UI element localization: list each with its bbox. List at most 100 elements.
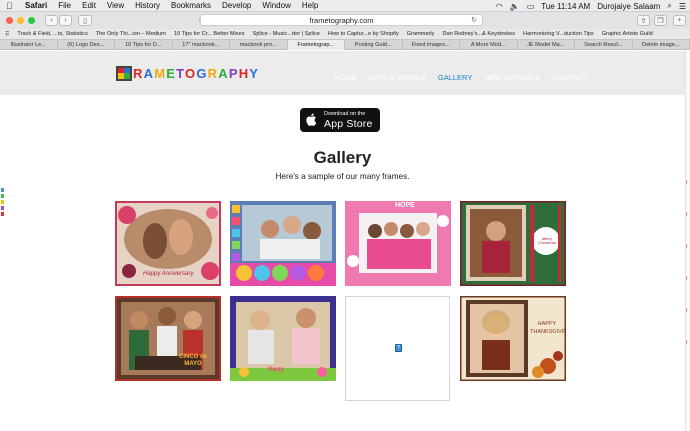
site-nav: HOME HOW IT WORKS GALLERY NEW ARRIVALS C… [334,73,600,82]
appstore-small-label: Download on the [324,111,366,117]
tab-bar: Illustrator Le... (6) Logo Des... 10 Tip… [0,39,690,50]
nav-how-it-works[interactable]: HOW IT WORKS [369,73,426,82]
gallery-frame-christmas[interactable]: Merry Christmas [460,201,566,286]
bookmark[interactable]: Harmonizing V...duction Tips [523,31,594,37]
reload-icon[interactable]: ↻ [471,16,477,24]
gallery-frame-party[interactable]: Party [230,296,336,381]
site-logo[interactable]: RAMETOGRAPHY [116,66,259,81]
app-store-badge[interactable]: Download on the App Store [300,108,380,132]
menu-view[interactable]: View [107,1,124,10]
bookmark[interactable]: Grammarly [407,31,435,37]
page-scrollbar[interactable] [685,51,690,431]
site-header: RAMETOGRAPHY HOME HOW IT WORKS GALLERY N… [0,51,685,95]
minimize-window-icon[interactable] [17,17,24,24]
browser-tab[interactable]: Posting Guid... [345,40,403,50]
sidebar-button[interactable]: ▯ [78,15,92,26]
nav-home[interactable]: HOME [334,73,357,82]
logo-letter: M [154,66,167,81]
share-button[interactable]: ⇪ [637,15,650,26]
menu-safari[interactable]: Safari [25,1,47,10]
side-marker [1,194,4,198]
close-window-icon[interactable] [6,17,13,24]
gallery-frame-missing[interactable]: ? [345,296,450,401]
zoom-window-icon[interactable] [28,17,35,24]
bookmark[interactable]: Splice - Music...tter | Splice [253,31,320,37]
back-button[interactable]: ‹ [45,15,58,26]
browser-tab[interactable]: macbook pro... [230,40,288,50]
frame-caption: CINCO de MAYO [178,354,207,367]
browser-tab[interactable]: (6) Logo Des... [58,40,115,50]
volume-icon[interactable]: 🔈 [510,2,520,11]
logo-letter: Y [249,66,260,81]
list-icon[interactable]: ☰ [679,2,686,11]
edge-fragment: t [686,308,688,314]
bookmark[interactable]: 10 Tips for Cr... Better Mixes [174,31,245,37]
spotlight-icon[interactable]: ⌕ [667,1,671,11]
menu-file[interactable]: File [58,1,71,10]
gallery-subtitle: Here's a sample of our many frames. [275,172,410,181]
browser-tab-active[interactable]: Frametograp... [287,40,345,50]
browser-tab[interactable]: JE Model Ma... [518,40,575,50]
address-bar[interactable]: frametography.com ↻ [200,14,483,26]
browser-tab[interactable]: Fixed images... [403,40,460,50]
menu-window[interactable]: Window [262,1,290,10]
frame-caption: HOPE [395,202,415,209]
side-marker [1,188,4,192]
bookmark[interactable]: How to Captur...e by Shopify [328,31,399,37]
battery-icon[interactable]: ▭ [527,2,535,11]
browser-tab[interactable]: 17" macbook... [173,40,230,50]
bookmark[interactable]: The Only Thi...ion – Medium [96,31,166,37]
window-controls [6,17,35,24]
side-marker [1,212,4,216]
logo-text: RAMETOGRAPHY [133,66,259,81]
menu-bookmarks[interactable]: Bookmarks [171,1,211,10]
url-text[interactable]: frametography.com [309,16,373,25]
gallery-frame-thanksgiving[interactable]: HAPPY THANKSGIVING [460,296,566,381]
edge-fragment: t [686,212,688,218]
frame-caption: Party [268,366,285,373]
edge-fragment: t [686,340,688,346]
bookmark[interactable]: Graphic Artists Guild [602,31,653,37]
wifi-icon[interactable]: ◠ [496,2,503,11]
logo-letter: A [218,66,229,81]
menu-develop[interactable]: Develop [222,1,251,10]
tabs-overview-button[interactable]: ❐ [654,15,667,26]
apple-logo-icon [306,113,317,126]
broken-image-icon: ? [395,344,402,352]
logo-letter: E [166,66,177,81]
browser-tab[interactable]: Illustrator Le... [0,40,58,50]
frame-caption: Happy Anniversary [143,271,194,277]
gallery-frame-hope[interactable]: HOPE [345,201,451,286]
gallery-frame-anniversary[interactable]: Happy Anniversary [115,201,221,286]
browser-tab[interactable]: A More Mod... [460,40,518,50]
nav-contact[interactable]: CONTACT [552,73,588,82]
browser-tab[interactable]: 10 Tips for D... [115,40,173,50]
menu-clock[interactable]: Tue 11:14 AM [541,2,590,11]
frame-caption: Merry Christmas [537,236,556,245]
nav-new-arrivals[interactable]: NEW ARRIVALS [484,73,540,82]
gallery-frame-birthday[interactable] [230,201,336,286]
nav-gallery[interactable]: GALLERY [438,73,472,82]
menu-help[interactable]: Help [302,1,318,10]
side-marker [1,200,4,204]
gallery-frame-cinco-de-mayo[interactable]: CINCO de MAYO [115,296,221,381]
gallery-title: Gallery [313,148,372,167]
bookmark[interactable]: Track & Field, ...ts, Statistics [17,31,87,37]
menu-edit[interactable]: Edit [82,1,96,10]
apple-icon[interactable]:  [6,1,16,11]
browser-tab[interactable]: Search Resul... [575,40,633,50]
forward-button[interactable]: › [59,15,72,26]
browser-toolbar: ‹ › ▯ ◉ frametography.com ↻ ⇪ ❐ + [0,12,690,29]
logo-letter: O [185,66,197,81]
bookmark[interactable]: Dan Rodney's...& Keystrokes [442,31,515,37]
browser-tab[interactable]: Delete image... [633,40,690,50]
logo-letter: G [196,66,208,81]
logo-letter: T [176,66,185,81]
edge-fragment: t [686,276,688,282]
grid-icon[interactable]: ⠿ [5,31,9,38]
new-tab-button[interactable]: + [673,15,686,26]
menu-user[interactable]: Durojaiye Salaam [597,2,660,11]
menu-history[interactable]: History [135,1,160,10]
logo-letter: P [228,66,239,81]
frame-caption: HAPPY THANKSGIVING [530,321,566,335]
